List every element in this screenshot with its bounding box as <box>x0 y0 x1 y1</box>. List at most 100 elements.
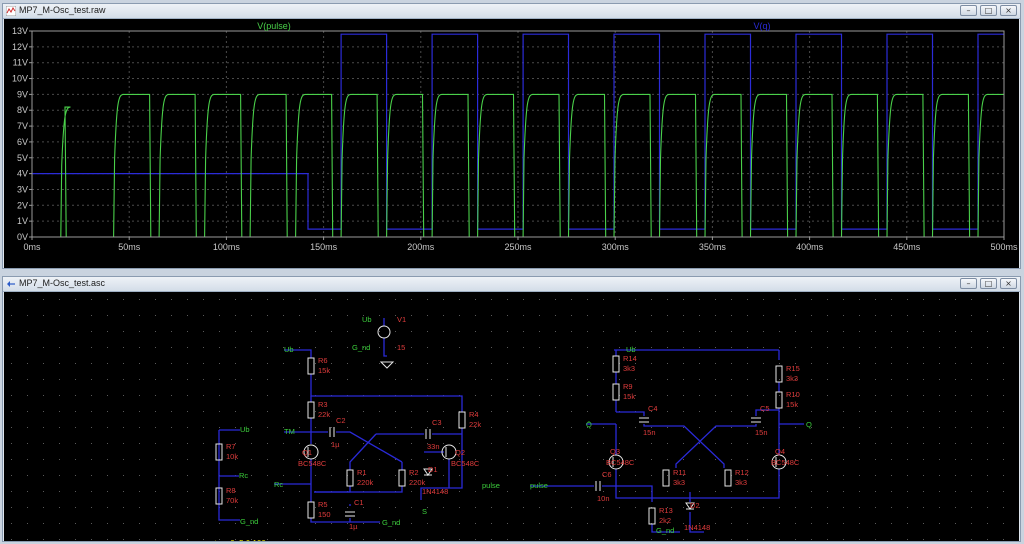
schematic-window: MP7_M-Osc_test.asc – □ × Ub G_nd V1 15 Ub R6 1… <box>2 276 1021 542</box>
part-ref-R3: R3 <box>318 400 328 409</box>
part-value-D2: 1N4148 <box>684 523 710 532</box>
close-button[interactable]: × <box>1000 278 1017 289</box>
part-value-R13: 2k2 <box>659 516 671 525</box>
net-gnd-v1: G_nd <box>352 343 370 352</box>
y-tick-label: 11V <box>13 58 28 68</box>
x-tick-label: 250ms <box>504 242 532 252</box>
part-ref-R1: R1 <box>357 468 367 477</box>
y-tick-label: 13V <box>12 26 28 36</box>
maximize-button[interactable]: □ <box>980 278 997 289</box>
net-ub-left: Ub <box>284 345 294 354</box>
maximize-button[interactable]: □ <box>980 5 997 16</box>
part-ref-C4: C4 <box>648 404 658 413</box>
part-value-R2: 220k <box>409 478 426 487</box>
waveform-chart[interactable]: 0ms 50ms 100ms 150ms 200ms 250ms 300ms 350ms 400… <box>4 19 1019 268</box>
legend-q: V(q) <box>753 21 770 31</box>
x-tick-label: 150ms <box>310 242 338 252</box>
part-value-C6: 10n <box>597 494 610 503</box>
net-qbar: Q̄ <box>586 420 592 429</box>
y-tick-label: 8V <box>17 105 28 115</box>
part-value-R14: 3k3 <box>623 364 635 373</box>
part-ref-R12: R12 <box>735 468 749 477</box>
part-value-R7: 10k <box>226 452 238 461</box>
part-value-D1: 1N4148 <box>422 487 448 496</box>
part-ref-C6: C6 <box>602 470 612 479</box>
x-tick-label: 500ms <box>990 242 1018 252</box>
part-ref-D1: D1 <box>428 465 438 474</box>
x-tick-label: 350ms <box>699 242 727 252</box>
part-ref-D2: D2 <box>690 501 700 510</box>
part-ref-R7: R7 <box>226 442 236 451</box>
part-ref-V1: V1 <box>397 315 406 324</box>
part-value-R11: 3k3 <box>673 478 685 487</box>
part-value-Q1: BC548C <box>298 459 327 468</box>
y-tick-label: 7V <box>17 121 28 131</box>
part-value-Q3: BC548C <box>606 458 635 467</box>
part-value-V1: 15 <box>397 343 405 352</box>
part-ref-R5: R5 <box>318 500 328 509</box>
part-value-R6: 15k <box>318 366 330 375</box>
schematic-titlebar[interactable]: MP7_M-Osc_test.asc – □ × <box>3 277 1020 292</box>
part-ref-R2: R2 <box>409 468 419 477</box>
waveform-window-title: MP7_M-Osc_test.raw <box>19 5 106 15</box>
part-ref-C2: C2 <box>336 416 346 425</box>
part-value-R10: 15k <box>786 400 798 409</box>
part-ref-Q2: Q2 <box>455 448 465 457</box>
part-ref-Q3: Q3 <box>610 447 620 456</box>
net-rc-div: Rc <box>239 471 248 480</box>
part-ref-R11: R11 <box>673 468 686 477</box>
part-ref-Q1: Q1 <box>302 448 312 457</box>
net-ub-div: Ub <box>240 425 250 434</box>
net-s: S <box>422 507 427 516</box>
x-tick-label: 100ms <box>213 242 241 252</box>
schematic-icon <box>7 281 15 287</box>
part-ref-R15: R15 <box>786 364 800 373</box>
x-tick-label: 50ms <box>118 242 141 252</box>
part-ref-R13: R13 <box>659 506 673 515</box>
schematic-canvas[interactable]: Ub G_nd V1 15 Ub R6 15k R3 22k R4 22k TM C2 1µ C3 33n R1… <box>4 292 1019 541</box>
part-value-R1: 220k <box>357 478 374 487</box>
part-ref-C5: C5 <box>760 404 770 413</box>
x-tick-label: 0ms <box>23 242 41 252</box>
part-ref-R14: R14 <box>623 354 637 363</box>
part-value-R12: 3k3 <box>735 478 747 487</box>
part-ref-R8: R8 <box>226 486 236 495</box>
y-tick-label: 6V <box>17 137 28 147</box>
close-button[interactable]: × <box>1000 5 1017 16</box>
y-tick-label: 1V <box>17 216 28 226</box>
part-value-R3: 22k <box>318 410 330 419</box>
series-pulse-line <box>32 93 1004 238</box>
schematic-drawing[interactable]: UbG_ndV115UbR615kR322k R422kTMC21µC333nR1… <box>4 292 1019 541</box>
y-tick-label: 2V <box>17 200 28 210</box>
part-value-C5: 15n <box>755 428 768 437</box>
part-value-R15: 3k3 <box>786 374 798 383</box>
waveform-titlebar[interactable]: MP7_M-Osc_test.raw – □ × <box>3 4 1020 19</box>
part-value-C4: 15n <box>643 428 656 437</box>
y-tick-label: 3V <box>17 184 28 194</box>
net-pulse-in: pulse <box>530 481 548 490</box>
minimize-button[interactable]: – <box>960 278 977 289</box>
legend-pulse: V(pulse) <box>257 21 291 31</box>
y-tick-label: 0V <box>17 232 28 242</box>
part-value-Q2: BC548C <box>451 459 480 468</box>
net-pulse-label: pulse <box>482 481 500 490</box>
net-gnd-right: G_nd <box>656 526 674 535</box>
net-ub-v1: Ub <box>362 315 372 324</box>
schematic-window-title: MP7_M-Osc_test.asc <box>19 278 106 288</box>
y-tick-label: 10V <box>12 74 28 84</box>
y-tick-label: 4V <box>17 169 28 179</box>
x-tick-label: 400ms <box>796 242 824 252</box>
net-ub-right: Ub <box>626 345 636 354</box>
spice-directive: .tran 0 .5 0 100u <box>212 539 270 541</box>
waveform-plot-area[interactable]: 0ms 50ms 100ms 150ms 200ms 250ms 300ms 350ms 400… <box>4 19 1019 268</box>
minimize-button[interactable]: – <box>960 5 977 16</box>
part-ref-C3: C3 <box>432 418 442 427</box>
x-tick-label: 200ms <box>407 242 435 252</box>
x-tick-label: 300ms <box>602 242 630 252</box>
part-value-C1: 1µ <box>349 522 358 531</box>
y-tick-label: 12V <box>12 42 28 52</box>
net-gnd-div: G_nd <box>240 517 258 526</box>
part-ref-R6: R6 <box>318 356 328 365</box>
y-tick-label: 9V <box>17 89 28 99</box>
part-value-R8: 70k <box>226 496 238 505</box>
